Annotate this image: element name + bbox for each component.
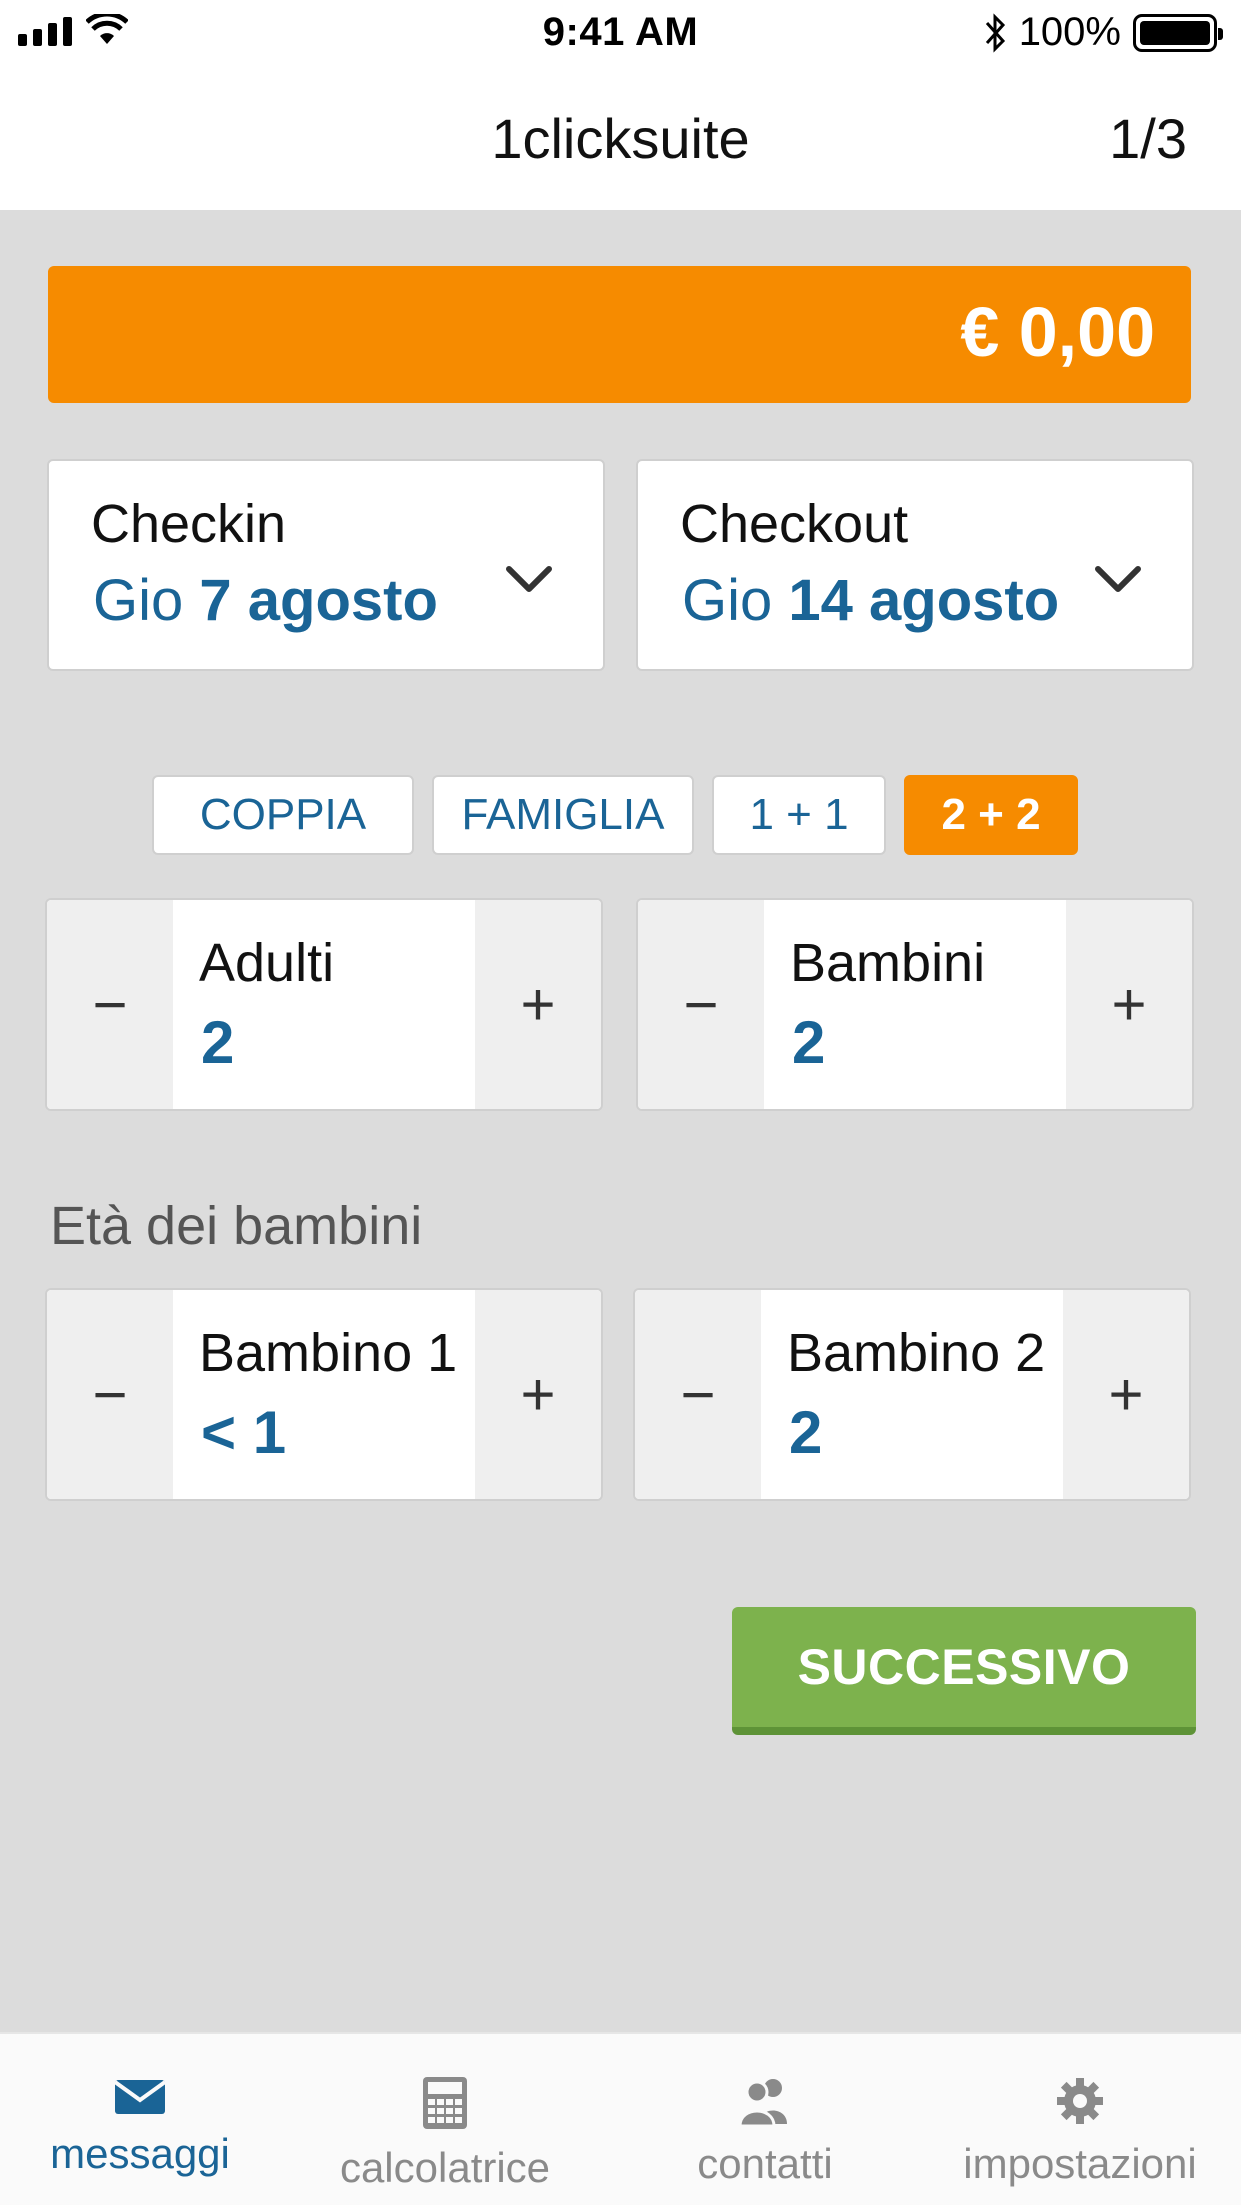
nav-bar: 1clicksuite 1/3: [0, 64, 1241, 210]
calculator-icon: [423, 2077, 467, 2129]
children-stepper: − Bambini 2 +: [636, 898, 1194, 1111]
tab-bar: messaggi calcolatrice contatti impostazi…: [0, 2032, 1241, 2205]
tab-impostazioni[interactable]: impostazioni: [950, 2034, 1210, 2205]
checkin-value: Gio 7 agosto: [93, 567, 438, 634]
next-button[interactable]: SUCCESSIVO: [732, 1607, 1196, 1735]
checkout-day: Gio: [682, 568, 773, 633]
children-value: 2: [792, 1009, 826, 1076]
adults-label: Adulti: [199, 933, 335, 993]
checkin-label: Checkin: [91, 494, 287, 554]
child-2-age-value: 2: [789, 1399, 823, 1466]
tab-messaggi[interactable]: messaggi: [30, 2034, 250, 2205]
child-1-increment-button[interactable]: +: [475, 1290, 601, 1499]
adults-increment-button[interactable]: +: [475, 900, 601, 1109]
battery-tip: [1218, 27, 1223, 40]
checkout-value: Gio 14 agosto: [682, 567, 1059, 634]
battery-icon: [1133, 13, 1223, 52]
checkin-day: Gio: [93, 568, 184, 633]
children-increment-button[interactable]: +: [1066, 900, 1192, 1109]
total-price: € 0,00: [960, 293, 1155, 371]
child-1-age-value: < 1: [201, 1399, 287, 1466]
envelope-icon: [113, 2080, 167, 2114]
tab-contatti-label: contatti: [697, 2140, 833, 2187]
child-2-increment-button[interactable]: +: [1063, 1290, 1189, 1499]
page-title: 1clicksuite: [491, 107, 750, 170]
child-1-age-stepper: − Bambino 1 < 1 +: [45, 1288, 603, 1501]
children-decrement-button[interactable]: −: [638, 900, 764, 1109]
children-ages-title: Età dei bambini: [50, 1196, 423, 1256]
preset-coppia-button[interactable]: COPPIA: [152, 775, 414, 855]
guest-presets: COPPIA FAMIGLIA 1 + 1 2 + 2: [152, 775, 1078, 855]
child-1-label: Bambino 1: [199, 1323, 458, 1383]
status-right: 100%: [983, 10, 1223, 55]
adults-stepper: − Adulti 2 +: [45, 898, 603, 1111]
chevron-down-icon: [506, 566, 552, 592]
tab-messaggi-label: messaggi: [50, 2130, 230, 2177]
children-label: Bambini: [790, 933, 986, 993]
main-content: € 0,00 Checkin Gio 7 agosto Checkout Gio…: [0, 210, 1241, 2032]
adults-decrement-button[interactable]: −: [47, 900, 173, 1109]
tab-impostazioni-label: impostazioni: [963, 2140, 1197, 2187]
child-2-decrement-button[interactable]: −: [635, 1290, 761, 1499]
child-2-label: Bambino 2: [787, 1323, 1046, 1383]
total-price-bar: € 0,00: [48, 266, 1191, 403]
checkout-date: 14 agosto: [788, 568, 1060, 633]
chevron-down-icon: [1095, 566, 1141, 592]
tab-calcolatrice-label: calcolatrice: [339, 2144, 551, 2191]
contacts-icon: [738, 2079, 787, 2126]
tab-contatti[interactable]: contatti: [655, 2034, 875, 2205]
checkin-date: 7 agosto: [199, 568, 438, 633]
adults-value: 2: [201, 1009, 235, 1076]
tab-calcolatrice[interactable]: calcolatrice: [325, 2034, 565, 2205]
child-2-age-stepper: − Bambino 2 2 +: [633, 1288, 1191, 1501]
checkout-label: Checkout: [680, 494, 909, 554]
preset-1-1-button[interactable]: 1 + 1: [712, 775, 886, 855]
bluetooth-icon: [985, 12, 1005, 53]
battery-fill: [1140, 20, 1210, 45]
checkout-selector[interactable]: Checkout Gio 14 agosto: [636, 459, 1194, 671]
battery-percent: 100%: [1018, 10, 1121, 54]
checkin-selector[interactable]: Checkin Gio 7 agosto: [47, 459, 605, 671]
status-bar: 9:41 AM 100%: [0, 0, 1241, 64]
page-indicator: 1/3: [1109, 107, 1187, 170]
gear-icon: [1057, 2078, 1103, 2124]
child-1-decrement-button[interactable]: −: [47, 1290, 173, 1499]
preset-famiglia-button[interactable]: FAMIGLIA: [432, 775, 694, 855]
preset-2-2-button[interactable]: 2 + 2: [904, 775, 1078, 855]
